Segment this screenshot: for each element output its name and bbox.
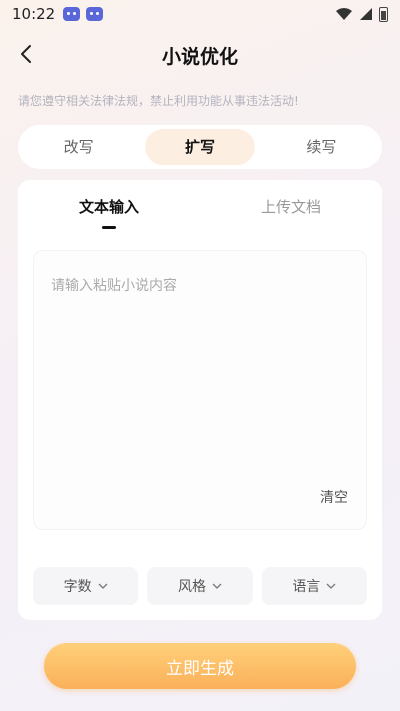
input-tabs: 文本输入 上传文档 xyxy=(18,196,382,229)
tab-upload-document[interactable]: 上传文档 xyxy=(200,196,382,229)
tab-indicator xyxy=(102,226,116,229)
tab-upload-document-label: 上传文档 xyxy=(260,198,321,216)
tab-text-input[interactable]: 文本输入 xyxy=(18,196,200,229)
word-count-dropdown[interactable]: 字数 xyxy=(33,567,139,605)
content-card: 文本输入 上传文档 请输入粘贴小说内容 清空 字数 风格 语言 xyxy=(18,180,382,620)
legal-notice: 请您遵守相关法律法规，禁止利用功能从事违法活动! xyxy=(18,94,299,108)
status-bar: 10:22 xyxy=(0,0,400,28)
language-dropdown[interactable]: 语言 xyxy=(261,567,367,605)
tab-expand[interactable]: 扩写 xyxy=(145,129,255,165)
status-time: 10:22 xyxy=(12,5,56,23)
language-label: 语言 xyxy=(292,579,321,595)
input-placeholder: 请输入粘贴小说内容 xyxy=(51,278,177,294)
chevron-down-icon xyxy=(326,583,336,589)
mode-tabs: 改写 扩写 续写 xyxy=(18,125,382,169)
novel-content-input[interactable]: 请输入粘贴小说内容 清空 xyxy=(33,250,367,530)
options-row: 字数 风格 语言 xyxy=(33,567,367,605)
tab-rewrite[interactable]: 改写 xyxy=(24,129,133,165)
tab-text-input-label: 文本输入 xyxy=(78,198,139,216)
header: 小说优化 xyxy=(0,36,400,72)
style-label: 风格 xyxy=(177,579,206,595)
signal-icon xyxy=(360,8,372,20)
chevron-down-icon xyxy=(98,583,108,589)
battery-icon xyxy=(379,6,388,22)
game-controller-icon xyxy=(86,7,104,21)
clear-button[interactable]: 清空 xyxy=(320,487,348,507)
page-title: 小说优化 xyxy=(161,46,238,68)
tab-continue[interactable]: 续写 xyxy=(267,129,376,165)
word-count-label: 字数 xyxy=(63,579,92,595)
status-icons xyxy=(335,6,388,22)
chevron-down-icon xyxy=(212,583,222,589)
style-dropdown[interactable]: 风格 xyxy=(147,567,253,605)
wifi-icon xyxy=(336,8,352,20)
generate-button[interactable]: 立即生成 xyxy=(44,643,356,689)
game-controller-icon xyxy=(63,7,81,21)
